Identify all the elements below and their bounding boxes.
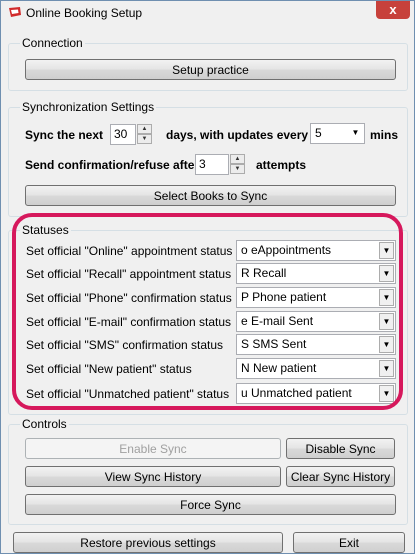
app-icon bbox=[9, 7, 21, 17]
clear-sync-history-button[interactable]: Clear Sync History bbox=[286, 466, 395, 487]
sync-days-spinner[interactable]: ▲ ▼ bbox=[137, 124, 152, 145]
update-interval-select[interactable]: 5 ▼ bbox=[310, 123, 365, 144]
statuses-highlight-outline bbox=[12, 213, 403, 410]
close-button[interactable]: x bbox=[376, 1, 410, 19]
attempts-label: attempts bbox=[256, 158, 307, 172]
exit-button[interactable]: Exit bbox=[293, 532, 405, 553]
force-sync-button[interactable]: Force Sync bbox=[25, 494, 396, 515]
chevron-down-icon[interactable]: ▼ bbox=[348, 125, 363, 142]
mins-label: mins bbox=[370, 128, 399, 142]
restore-previous-settings-button[interactable]: Restore previous settings bbox=[13, 532, 283, 553]
online-booking-setup-window: Online Booking Setup x Connection Setup … bbox=[0, 0, 415, 554]
select-books-button[interactable]: Select Books to Sync bbox=[25, 185, 396, 206]
setup-practice-button[interactable]: Setup practice bbox=[25, 59, 396, 80]
title-bar: Online Booking Setup x bbox=[1, 1, 414, 25]
days-label: days, with updates every bbox=[166, 128, 309, 142]
view-sync-history-button[interactable]: View Sync History bbox=[25, 466, 281, 487]
send-after-label: Send confirmation/refuse after bbox=[25, 158, 200, 172]
window-title: Online Booking Setup bbox=[26, 6, 143, 20]
spin-up-icon[interactable]: ▲ bbox=[137, 124, 152, 134]
controls-group-label: Controls bbox=[20, 417, 69, 431]
spin-up-icon[interactable]: ▲ bbox=[230, 154, 245, 164]
enable-sync-button[interactable]: Enable Sync bbox=[25, 438, 281, 459]
connection-group-label: Connection bbox=[20, 36, 85, 50]
attempts-spinner[interactable]: ▲ ▼ bbox=[230, 154, 245, 175]
spin-down-icon[interactable]: ▼ bbox=[137, 134, 152, 144]
update-interval-value: 5 bbox=[315, 126, 322, 140]
sync-days-input[interactable]: 30 bbox=[110, 124, 136, 145]
sync-next-label: Sync the next bbox=[25, 128, 104, 142]
attempts-input[interactable]: 3 bbox=[195, 154, 229, 175]
sync-settings-group-label: Synchronization Settings bbox=[20, 100, 157, 114]
disable-sync-button[interactable]: Disable Sync bbox=[286, 438, 395, 459]
spin-down-icon[interactable]: ▼ bbox=[230, 164, 245, 174]
